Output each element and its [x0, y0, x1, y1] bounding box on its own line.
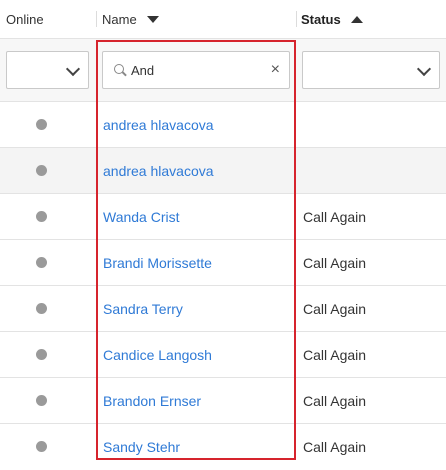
column-divider[interactable]	[96, 11, 97, 27]
status-dot-icon	[36, 395, 47, 406]
contact-name-link[interactable]: Wanda Crist	[103, 194, 180, 240]
table-row[interactable]: andrea hlavacova	[0, 148, 446, 194]
status-cell: Call Again	[303, 347, 367, 363]
contact-name-link[interactable]: Candice Langosh	[103, 332, 212, 378]
status-dot-icon	[36, 349, 47, 360]
table-row[interactable]: Wanda Crist Call Again	[0, 194, 446, 240]
table-row[interactable]: Brandi Morissette Call Again	[0, 240, 446, 286]
table-row[interactable]: Candice Langosh Call Again	[0, 332, 446, 378]
chevron-down-icon[interactable]	[416, 61, 432, 77]
name-filter-search[interactable]: ×	[102, 51, 290, 89]
status-cell: Call Again	[303, 439, 367, 455]
column-header-status[interactable]: Status	[301, 0, 363, 38]
contact-name-link[interactable]: andrea hlavacova	[103, 148, 214, 194]
sort-ascending-icon[interactable]	[350, 15, 363, 23]
column-divider[interactable]	[296, 11, 297, 27]
status-filter-select[interactable]	[302, 51, 440, 89]
table-row[interactable]: Brandon Ernser Call Again	[0, 378, 446, 424]
contact-name-link[interactable]: andrea hlavacova	[103, 102, 214, 148]
column-header-name-label: Name	[102, 11, 137, 27]
status-cell: Call Again	[303, 301, 367, 317]
status-cell: Call Again	[303, 209, 367, 225]
status-dot-icon	[36, 165, 47, 176]
status-cell: Call Again	[303, 255, 367, 271]
search-icon	[114, 64, 124, 74]
column-header-name[interactable]: Name	[102, 0, 159, 38]
column-header-online-label: Online	[6, 11, 44, 27]
status-dot-icon	[36, 441, 47, 452]
table-row[interactable]: Sandy Stehr Call Again	[0, 424, 446, 468]
contact-name-link[interactable]: Brandi Morissette	[103, 240, 212, 286]
contact-name-link[interactable]: Sandra Terry	[103, 286, 183, 332]
close-icon[interactable]: ×	[271, 60, 280, 80]
status-dot-icon	[36, 257, 47, 268]
contact-name-link[interactable]: Sandy Stehr	[103, 424, 180, 470]
status-dot-icon	[36, 211, 47, 222]
filter-row: ×	[0, 39, 446, 102]
column-header-online[interactable]: Online	[6, 0, 44, 38]
sort-descending-icon[interactable]	[146, 15, 159, 23]
chevron-down-icon[interactable]	[65, 61, 81, 77]
table-row[interactable]: andrea hlavacova	[0, 102, 446, 148]
contact-name-link[interactable]: Brandon Ernser	[103, 378, 201, 424]
status-cell: Call Again	[303, 393, 367, 409]
status-dot-icon	[36, 119, 47, 130]
status-dot-icon	[36, 303, 47, 314]
grid-header: Online Name Status	[0, 0, 446, 39]
name-search-input[interactable]	[131, 61, 261, 79]
column-header-status-label: Status	[301, 11, 341, 27]
online-filter-select[interactable]	[6, 51, 89, 89]
table-row[interactable]: Sandra Terry Call Again	[0, 286, 446, 332]
